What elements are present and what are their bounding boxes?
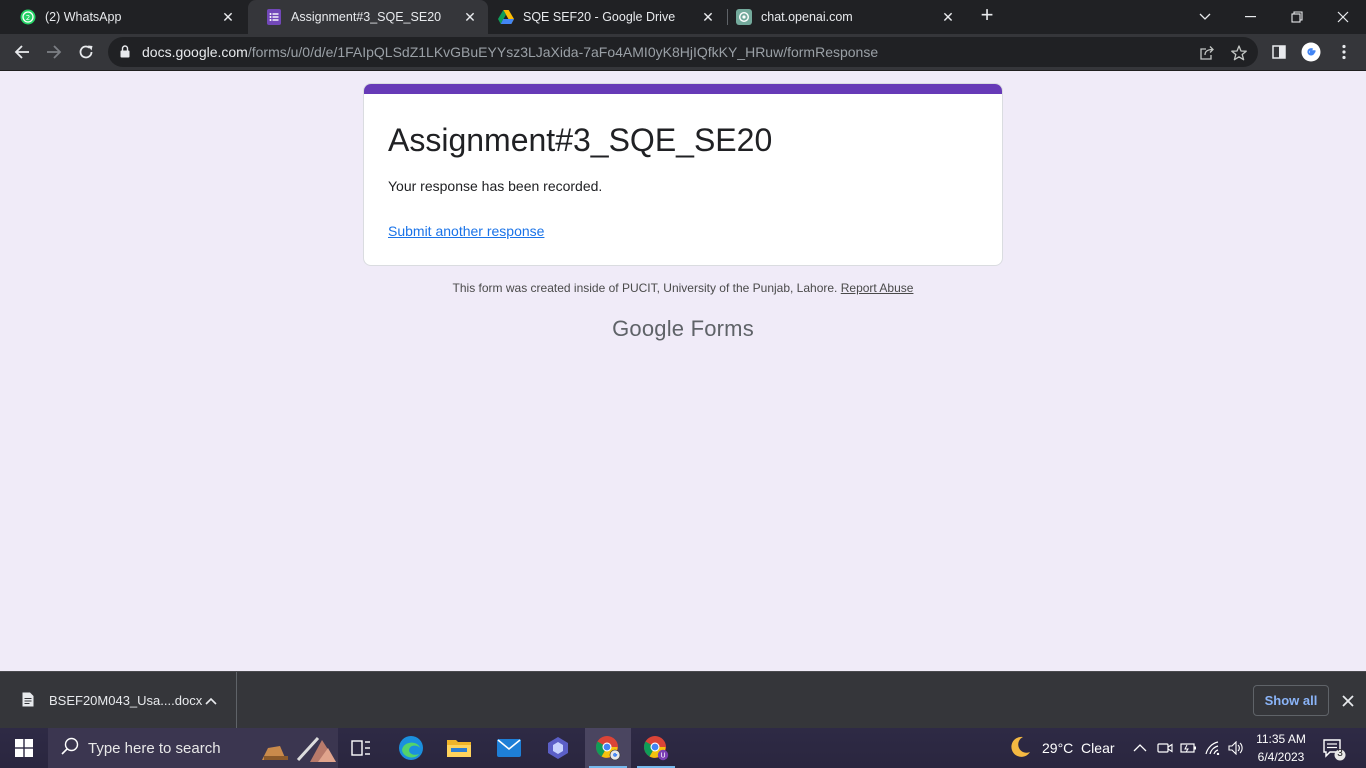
wifi-icon[interactable] <box>1205 728 1223 768</box>
show-all-downloads-button[interactable]: Show all <box>1253 685 1329 716</box>
clock-time: 11:35 AM <box>1256 732 1306 746</box>
submit-another-response-link[interactable]: Submit another response <box>388 223 544 239</box>
profile-avatar[interactable] <box>1301 42 1321 62</box>
weather-text: 29°C Clear <box>1042 740 1115 756</box>
tab-chatgpt[interactable]: chat.openai.com ✕ <box>718 0 966 34</box>
close-tab-icon[interactable]: ✕ <box>460 7 480 27</box>
mail-icon[interactable] <box>486 728 532 768</box>
chevron-up-icon[interactable] <box>205 692 217 710</box>
tab-title: Assignment#3_SQE_SE20 <box>291 10 442 24</box>
response-card: Assignment#3_SQE_SE20 Your response has … <box>363 83 1003 266</box>
lock-icon[interactable] <box>120 45 130 63</box>
notification-count: 3 <box>1337 748 1343 759</box>
url-host: docs.google.com <box>142 44 248 60</box>
weather-widget[interactable]: 29°C Clear <box>1008 728 1115 768</box>
close-window-button[interactable] <box>1320 0 1366 34</box>
tab-assignment-form[interactable]: Assignment#3_SQE_SE20 ✕ <box>248 0 488 34</box>
meet-now-icon[interactable] <box>1157 728 1173 768</box>
notification-center-icon[interactable]: 3 <box>1320 736 1346 762</box>
photos-app-icon[interactable] <box>535 728 581 768</box>
openai-icon <box>736 9 752 25</box>
url-text[interactable]: docs.google.com/forms/u/0/d/e/1FAIpQLSdZ… <box>142 44 878 60</box>
windows-start-icon[interactable] <box>0 728 48 768</box>
forward-button[interactable] <box>40 38 68 66</box>
moon-weather-icon <box>1008 735 1032 762</box>
share-icon[interactable] <box>1198 44 1216 62</box>
report-abuse-link[interactable]: Report Abuse <box>841 281 914 295</box>
footer-note: This form was created inside of PUCIT, U… <box>452 281 838 295</box>
tab-strip: 2 (2) WhatsApp ✕ Assignment#3_SQE_SE20 ✕… <box>0 0 1366 34</box>
tab-search-chevron-icon[interactable] <box>1182 0 1228 34</box>
tab-title: SQE SEF20 - Google Drive <box>523 10 676 24</box>
document-file-icon <box>22 692 34 712</box>
search-placeholder: Type here to search <box>88 739 221 757</box>
tab-title: chat.openai.com <box>761 10 853 24</box>
browser-toolbar: docs.google.com/forms/u/0/d/e/1FAIpQLSdZ… <box>0 34 1366 71</box>
brand-forms: Forms <box>690 316 754 341</box>
bookmark-star-icon[interactable] <box>1230 44 1248 62</box>
address-bar[interactable]: docs.google.com/forms/u/0/d/e/1FAIpQLSdZ… <box>108 37 1258 67</box>
windows-taskbar: Type here to search U 29°C Clear 11:35 A… <box>0 728 1366 768</box>
download-bar: BSEF20M043_Usa....docx Show all <box>0 671 1366 729</box>
brand-google: Google <box>612 316 685 341</box>
google-forms-icon <box>266 9 282 25</box>
file-explorer-icon[interactable] <box>436 728 482 768</box>
reload-button[interactable] <box>72 38 100 66</box>
google-forms-logo[interactable]: Google Forms <box>0 316 1366 342</box>
close-tab-icon[interactable]: ✕ <box>218 7 238 27</box>
confirmation-message: Your response has been recorded. <box>388 178 603 194</box>
chrome-taskbar-icon[interactable] <box>585 728 631 768</box>
show-hidden-icons-chevron[interactable] <box>1133 728 1147 768</box>
restore-button[interactable] <box>1274 0 1320 34</box>
edge-browser-icon[interactable] <box>388 728 434 768</box>
form-footer: This form was created inside of PUCIT, U… <box>0 281 1366 295</box>
card-accent-bar <box>364 84 1002 94</box>
clock-date: 6/4/2023 <box>1257 750 1305 764</box>
tab-whatsapp[interactable]: 2 (2) WhatsApp ✕ <box>2 0 246 34</box>
tab-google-drive[interactable]: SQE SEF20 - Google Drive ✕ <box>480 0 726 34</box>
download-item[interactable]: BSEF20M043_Usa....docx <box>0 672 237 729</box>
tab-title: (2) WhatsApp <box>45 10 122 24</box>
back-button[interactable] <box>8 38 36 66</box>
svg-text:U: U <box>660 752 665 760</box>
google-drive-icon <box>498 9 514 25</box>
url-path: /forms/u/0/d/e/1FAIpQLSdZ1LKvGBuEYYsz3LJ… <box>247 44 879 60</box>
whatsapp-icon: 2 <box>20 9 36 25</box>
new-tab-button[interactable]: + <box>976 4 998 27</box>
chrome-profile-taskbar-icon[interactable]: U <box>633 728 679 768</box>
svg-text:2: 2 <box>26 14 30 22</box>
search-icon <box>61 737 79 760</box>
form-page: Assignment#3_SQE_SE20 Your response has … <box>0 71 1366 671</box>
minimize-button[interactable] <box>1228 0 1274 34</box>
download-file-name: BSEF20M043_Usa....docx <box>49 693 203 708</box>
battery-icon[interactable] <box>1180 728 1198 768</box>
system-clock[interactable]: 11:35 AM 6/4/2023 <box>1248 730 1314 766</box>
volume-icon[interactable] <box>1228 728 1244 768</box>
close-tab-icon[interactable]: ✕ <box>698 7 718 27</box>
side-panel-icon[interactable] <box>1269 42 1289 62</box>
form-title: Assignment#3_SQE_SE20 <box>388 122 773 158</box>
close-tab-icon[interactable]: ✕ <box>938 7 958 27</box>
menu-kebab-icon[interactable] <box>1334 42 1354 62</box>
task-view-icon[interactable] <box>338 728 384 768</box>
taskbar-search-box[interactable]: Type here to search <box>48 728 338 768</box>
close-download-bar-icon[interactable] <box>1338 691 1358 711</box>
search-highlight-image-icon[interactable] <box>258 732 338 768</box>
